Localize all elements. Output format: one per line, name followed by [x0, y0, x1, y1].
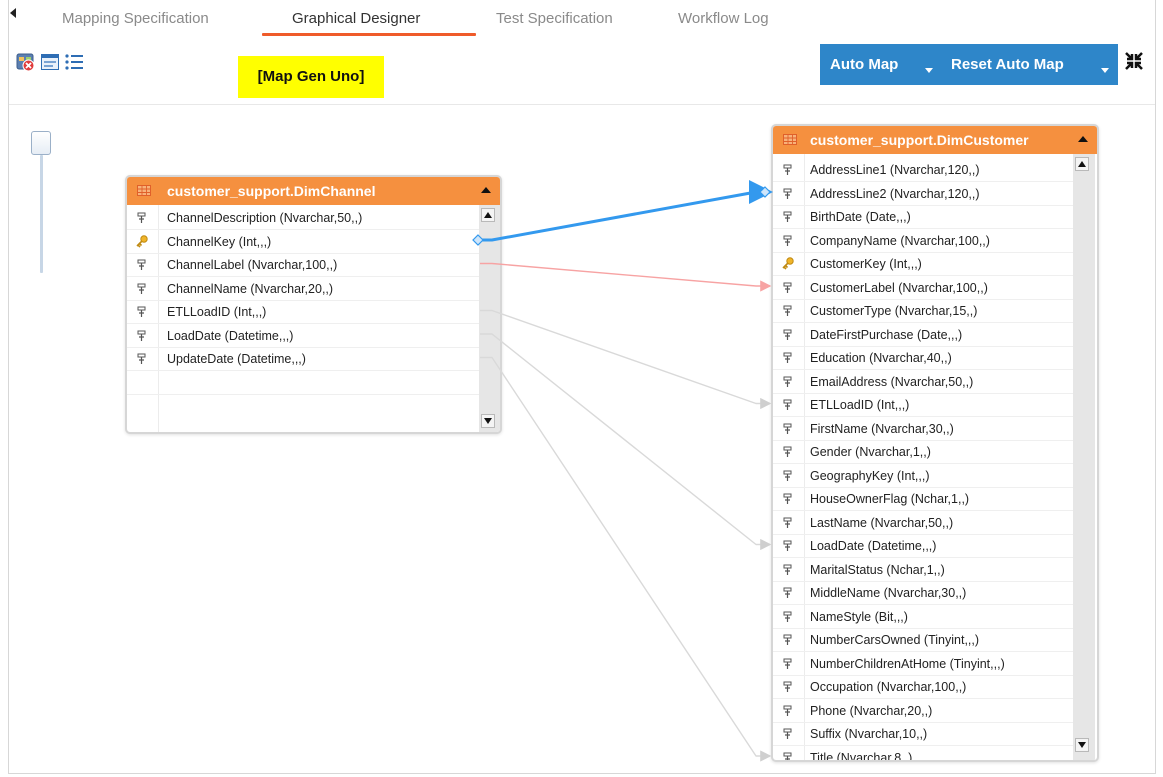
- mapping-line-channellabel-to-customerlabel[interactable]: [480, 262, 772, 292]
- mapping-line-etlloadid-to-etlloadid[interactable]: [480, 309, 772, 410]
- mapping-links-layer: [472, 180, 773, 762]
- mapping-line-channelkey-to-addressline2[interactable]: [480, 180, 773, 242]
- link-source-handle-icon[interactable]: [472, 234, 484, 246]
- mapping-line-loaddate-to-loaddate[interactable]: [480, 333, 772, 551]
- mapping-line-updatedate-to-title[interactable]: [480, 356, 772, 762]
- link-target-handle-icon[interactable]: [759, 186, 771, 198]
